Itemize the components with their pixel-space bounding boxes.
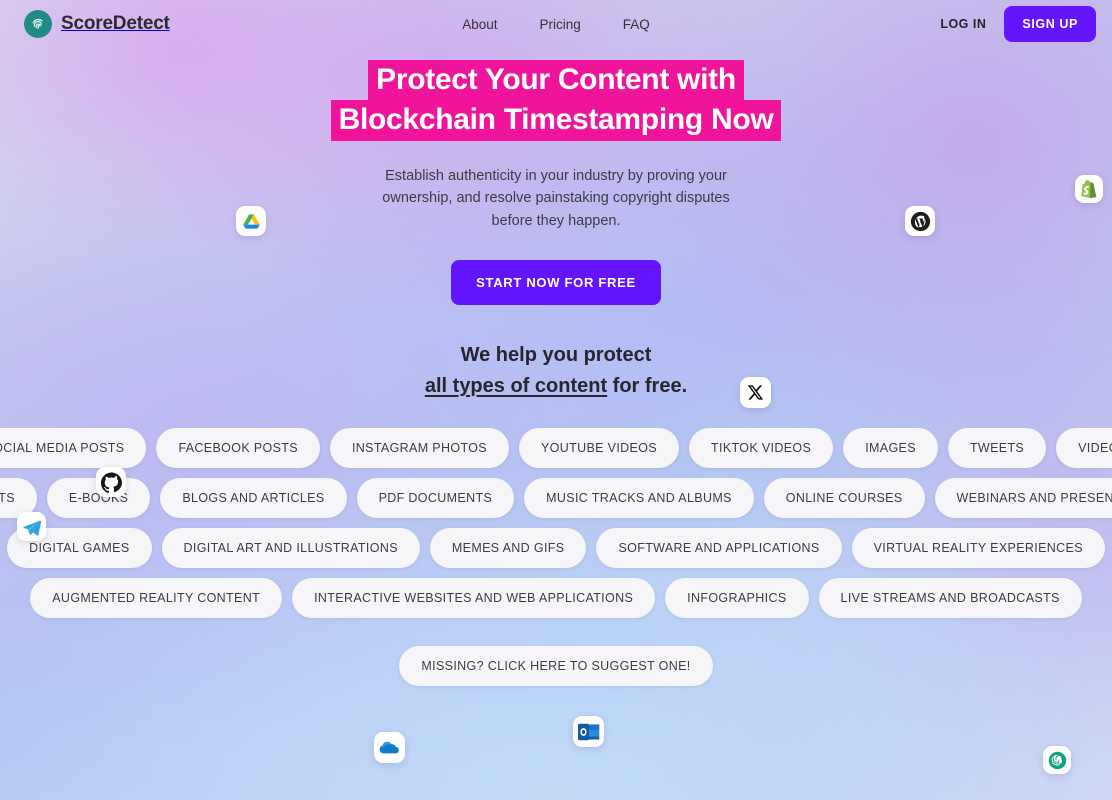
tag-pill[interactable]: DIGITAL ART AND ILLUSTRATIONS [161,528,420,568]
tag-pill[interactable]: TIKTOK VIDEOS [689,428,834,468]
tag-pill[interactable]: WEBINARS AND PRESENTATIONS [934,478,1112,518]
tag-pill[interactable]: MEMES AND GIFS [429,528,587,568]
tag-pill[interactable]: FACEBOOK POSTS [156,428,320,468]
hero-headline-line1: Protect Your Content with [368,60,744,101]
google-drive-icon[interactable] [236,206,266,236]
github-icon[interactable] [96,467,126,497]
shopify-icon[interactable] [1075,175,1103,203]
tag-pill[interactable]: INSTAGRAM PHOTOS [329,428,509,468]
outlook-icon[interactable] [573,716,604,747]
tag-pill[interactable]: LIVE STREAMS AND BROADCASTS [818,578,1082,618]
header-actions: LOG IN SIGN UP [940,6,1096,42]
tag-row-2: PODCASTS E-BOOKS BLOGS AND ARTICLES PDF … [0,478,1112,518]
tag-pill[interactable]: SOCIAL MEDIA POSTS [0,428,147,468]
suggest-content-type-button[interactable]: MISSING? CLICK HERE TO SUGGEST ONE! [399,646,713,686]
protect-section: We help you protect all types of content… [0,340,1112,402]
signup-button[interactable]: SIGN UP [1004,6,1096,42]
site-header: ScoreDetect About Pricing FAQ LOG IN SIG… [0,0,1112,48]
content-types-section: SOCIAL MEDIA POSTS FACEBOOK POSTS INSTAG… [0,428,1112,686]
tag-pill[interactable]: YOUTUBE VIDEOS [518,428,680,468]
brand-home-link[interactable]: ScoreDetect [24,10,170,38]
tag-pill[interactable]: AUGMENTED REALITY CONTENT [30,578,283,618]
tag-pill[interactable]: IMAGES [843,428,938,468]
brand-name: ScoreDetect [61,13,170,34]
hero-section: Protect Your Content with Blockchain Tim… [0,60,1112,306]
start-now-for-free-button[interactable]: START NOW FOR FREE [451,260,661,306]
x-twitter-icon[interactable] [740,377,771,408]
nav-link-about[interactable]: About [462,17,497,32]
openai-icon[interactable] [1043,746,1071,774]
tag-pill[interactable]: VIRTUAL REALITY EXPERIENCES [851,528,1105,568]
tag-pill[interactable]: VIDEOS [1056,428,1112,468]
protect-underlined-text: all types of content [424,375,608,397]
tag-pill[interactable]: ONLINE COURSES [763,478,925,518]
nav-link-pricing[interactable]: Pricing [540,17,581,32]
login-link[interactable]: LOG IN [940,17,986,31]
nav-link-faq[interactable]: FAQ [623,17,650,32]
wordpress-icon[interactable] [905,206,935,236]
tag-row-4: AUGMENTED REALITY CONTENT INTERACTIVE WE… [30,578,1082,618]
protect-heading: We help you protect all types of content… [0,340,1112,402]
onedrive-icon[interactable] [374,732,405,763]
tag-pill[interactable]: INTERACTIVE WEBSITES AND WEB APPLICATION… [292,578,656,618]
protect-line2-rest: for free. [607,375,688,397]
telegram-icon[interactable] [17,512,46,541]
tag-pill[interactable]: INFOGRAPHICS [665,578,809,618]
tag-row-suggest: MISSING? CLICK HERE TO SUGGEST ONE! [399,628,713,686]
hero-headline-line2: Blockchain Timestamping Now [330,99,782,141]
hero-headline: Protect Your Content with Blockchain Tim… [321,60,791,141]
hero-subtitle: Establish authenticity in your industry … [382,167,730,229]
tag-pill[interactable]: MUSIC TRACKS AND ALBUMS [524,478,754,518]
tag-row-3: DIGITAL GAMES DIGITAL ART AND ILLUSTRATI… [7,528,1105,568]
tag-pill[interactable]: SOFTWARE AND APPLICATIONS [596,528,842,568]
tag-row-1: SOCIAL MEDIA POSTS FACEBOOK POSTS INSTAG… [0,428,1112,468]
tag-pill[interactable]: TWEETS [947,428,1047,468]
tag-pill[interactable]: PDF DOCUMENTS [356,478,515,518]
tag-pill[interactable]: BLOGS AND ARTICLES [160,478,347,518]
scoredetect-logo-icon [24,10,52,38]
protect-line1: We help you protect [460,344,652,366]
